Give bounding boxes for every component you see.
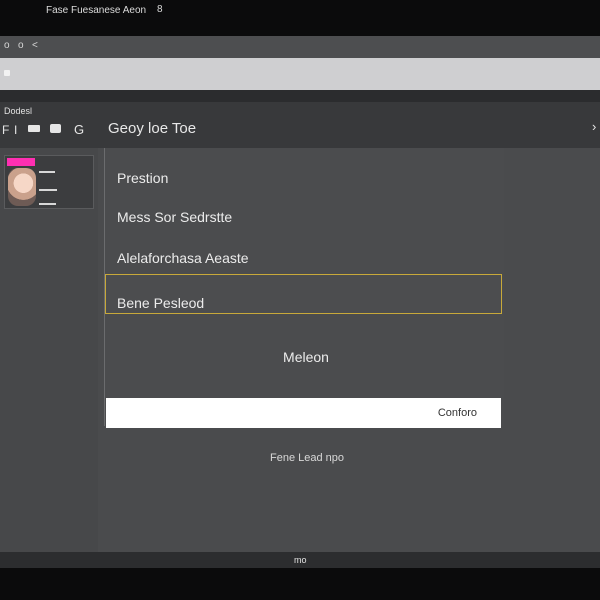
card-text-line-1 <box>39 171 55 173</box>
menu-item-4[interactable]: Bene Pesleod <box>117 295 204 311</box>
window-control-2[interactable]: o <box>18 40 24 52</box>
sidebar-label: Dodesl <box>4 106 33 116</box>
title-end-icon[interactable]: 8 <box>157 4 163 15</box>
center-label: Meleon <box>283 349 329 365</box>
page-title: Geoy loe Toe <box>108 120 197 137</box>
back-icon[interactable]: < <box>32 40 38 52</box>
window-control-1[interactable]: o <box>4 40 10 52</box>
address-icon <box>4 70 10 76</box>
card-text-line-3 <box>39 203 56 205</box>
toolbar-f-icon[interactable]: F <box>2 123 9 137</box>
bottom-bar-text: mo <box>294 555 307 565</box>
title-bar: o o < <box>0 36 600 58</box>
toolbar-box-icon[interactable] <box>50 124 61 133</box>
header-toolbar <box>0 102 600 148</box>
avatar <box>8 168 36 206</box>
footer-link[interactable]: Fene Lead npo <box>240 452 374 464</box>
menu-item-2[interactable]: Mess Sor Sedrstte <box>117 209 232 225</box>
card-text-line-2 <box>39 189 57 191</box>
confirm-button-label: Conforo <box>437 407 477 419</box>
toolbar-bar-icon[interactable] <box>28 125 40 132</box>
divider-strip <box>0 90 600 102</box>
toolbar-i-icon[interactable]: I <box>14 123 17 137</box>
chevron-right-icon[interactable]: › <box>592 119 596 134</box>
window-title: Fase Fuesanese Aeon <box>46 5 147 16</box>
menu-item-3[interactable]: Alelaforchasa Aeaste <box>117 250 249 266</box>
address-bar[interactable] <box>0 58 600 90</box>
toolbar-g-icon[interactable]: G <box>74 122 84 137</box>
confirm-button[interactable]: Conforo <box>106 398 501 428</box>
card-tag-badge <box>7 158 35 166</box>
menu-item-1[interactable]: Prestion <box>117 170 168 186</box>
